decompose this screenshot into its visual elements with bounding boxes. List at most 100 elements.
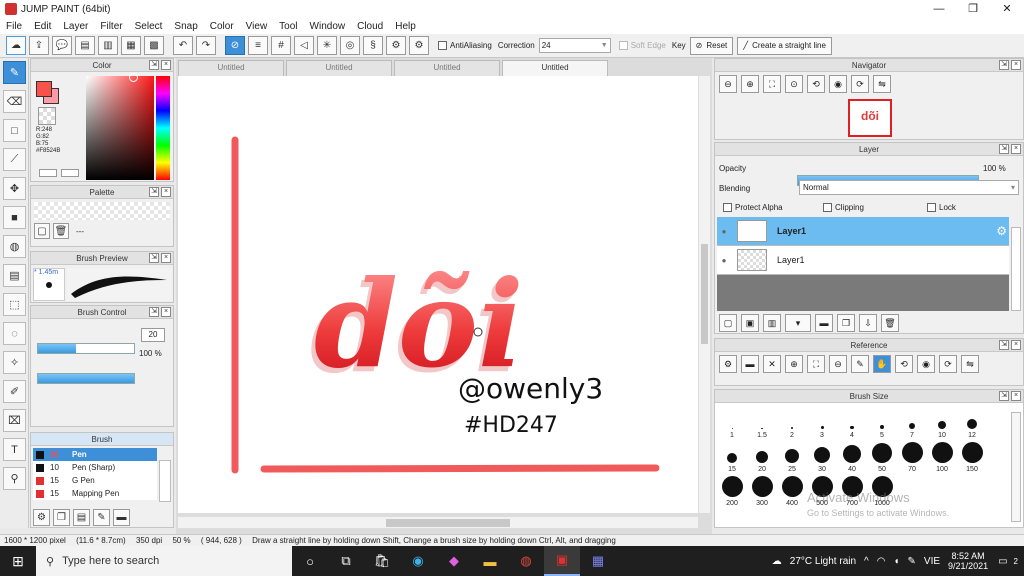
minimize-button[interactable]: — bbox=[922, 0, 956, 18]
brush-size-option[interactable]: 7 bbox=[897, 405, 927, 439]
brush-size-option[interactable]: 50 bbox=[867, 439, 897, 473]
panel-close-icon[interactable]: × bbox=[161, 187, 171, 197]
rotate-left-icon[interactable]: ⟲ bbox=[807, 75, 825, 93]
menu-view[interactable]: View bbox=[246, 21, 268, 32]
layer-row[interactable]: ● Layer1 bbox=[717, 246, 1009, 275]
brush-size-option[interactable]: 15 bbox=[717, 439, 747, 473]
snap-radial-icon[interactable]: ✳ bbox=[317, 36, 337, 55]
text-tool-icon[interactable]: T bbox=[3, 438, 26, 461]
brush-list-item[interactable]: 10 Pen (Sharp) bbox=[33, 461, 157, 474]
reference-reset-icon[interactable]: ◉ bbox=[917, 355, 935, 373]
brush-size-option[interactable]: 25 bbox=[777, 439, 807, 473]
paint-app-icon[interactable]: ◆ bbox=[436, 546, 472, 576]
brush-size-option[interactable]: 200 bbox=[717, 473, 747, 507]
new-layer-8bit-icon[interactable]: ▣ bbox=[741, 314, 759, 332]
doc-tab-4[interactable]: Untitled bbox=[502, 60, 608, 76]
panel-close-icon[interactable]: × bbox=[161, 307, 171, 317]
menu-select[interactable]: Select bbox=[135, 21, 163, 32]
menu-edit[interactable]: Edit bbox=[34, 21, 51, 32]
palette-swatches[interactable] bbox=[34, 202, 170, 220]
doc-tab-1[interactable]: Untitled bbox=[178, 60, 284, 76]
zoom-out-icon[interactable]: ⊖ bbox=[719, 75, 737, 93]
brush-size-slider[interactable] bbox=[37, 343, 135, 354]
task-view-icon[interactable]: ⧉ bbox=[328, 546, 364, 576]
panel-close-icon[interactable]: × bbox=[1011, 60, 1021, 70]
language-indicator[interactable]: VIE bbox=[924, 556, 940, 567]
select-eraser-tool-icon[interactable]: ⌧ bbox=[3, 409, 26, 432]
move-tool-icon[interactable]: ✥ bbox=[3, 177, 26, 200]
straight-line-button[interactable]: ╱ Create a straight line bbox=[737, 36, 832, 55]
file-explorer-icon[interactable]: ▬ bbox=[472, 546, 508, 576]
actual-size-icon[interactable]: ⊙ bbox=[785, 75, 803, 93]
brush-size-option[interactable]: 10 bbox=[927, 405, 957, 439]
menu-help[interactable]: Help bbox=[395, 21, 416, 32]
brush-copy-icon[interactable]: ❐ bbox=[53, 509, 70, 526]
pen-icon[interactable]: ✎ bbox=[908, 556, 916, 567]
snap-settings-icon[interactable]: ⚙ bbox=[409, 36, 429, 55]
color-mode-toggle[interactable] bbox=[39, 169, 57, 177]
weather-text[interactable]: 27°C Light rain bbox=[790, 556, 856, 567]
panel-float-icon[interactable]: ⇲ bbox=[999, 60, 1009, 70]
eraser-tool-icon[interactable]: ⌫ bbox=[3, 90, 26, 113]
magic-wand-tool-icon[interactable]: ✧ bbox=[3, 351, 26, 374]
panel-close-icon[interactable]: × bbox=[1011, 340, 1021, 350]
brush-new-icon[interactable]: ▤ bbox=[73, 509, 90, 526]
color-add-button[interactable] bbox=[61, 169, 79, 177]
close-button[interactable]: ✕ bbox=[990, 0, 1024, 18]
menu-color[interactable]: Color bbox=[210, 21, 234, 32]
brush-size-option[interactable]: 100 bbox=[927, 439, 957, 473]
smudge-tool-icon[interactable]: ⟋ bbox=[3, 148, 26, 171]
flip-icon[interactable]: ⇋ bbox=[873, 75, 891, 93]
hue-slider[interactable] bbox=[156, 76, 170, 180]
antialiasing-checkbox[interactable]: AntiAliasing bbox=[438, 41, 492, 50]
menu-layer[interactable]: Layer bbox=[63, 21, 88, 32]
grid-tool-icon[interactable]: ▩ bbox=[144, 36, 164, 55]
panel-close-icon[interactable]: × bbox=[1011, 391, 1021, 401]
panel-close-icon[interactable]: × bbox=[1011, 144, 1021, 154]
reference-open-icon[interactable]: ▬ bbox=[741, 355, 759, 373]
menu-filter[interactable]: Filter bbox=[100, 21, 122, 32]
color-picker-cursor[interactable] bbox=[129, 73, 138, 82]
new-palette-icon[interactable]: ▢ bbox=[34, 223, 50, 239]
brush-size-option[interactable]: 300 bbox=[747, 473, 777, 507]
maximize-button[interactable]: ❐ bbox=[956, 0, 990, 18]
brush-size-option[interactable]: 4 bbox=[837, 405, 867, 439]
lock-checkbox[interactable]: Lock bbox=[927, 203, 956, 212]
export-icon[interactable]: ▦ bbox=[121, 36, 141, 55]
chrome-icon[interactable]: ◍ bbox=[508, 546, 544, 576]
reset-button[interactable]: ⊘ Reset bbox=[689, 36, 734, 55]
reference-rotate-left-icon[interactable]: ⟲ bbox=[895, 355, 913, 373]
jump-paint-taskbar-icon[interactable]: ▣ bbox=[544, 546, 580, 576]
panel-float-icon[interactable]: ⇲ bbox=[999, 340, 1009, 350]
saturation-value-picker[interactable] bbox=[86, 76, 154, 180]
brush-size-option[interactable]: 1 bbox=[717, 405, 747, 439]
cloud-icon[interactable]: ☁ bbox=[6, 36, 26, 55]
edge-icon[interactable]: ◉ bbox=[400, 546, 436, 576]
notifications-icon[interactable]: ▭ bbox=[998, 556, 1007, 567]
snap-curve-icon[interactable]: § bbox=[363, 36, 383, 55]
panel-float-icon[interactable]: ⇲ bbox=[149, 253, 159, 263]
windows-start-icon[interactable]: ⊞ bbox=[0, 546, 36, 576]
brush-edit-icon[interactable]: ✎ bbox=[93, 509, 110, 526]
lasso-tool-icon[interactable]: ◌ bbox=[3, 322, 26, 345]
eyedropper-tool-icon[interactable]: ⚲ bbox=[3, 467, 26, 490]
menu-tool[interactable]: Tool bbox=[279, 21, 297, 32]
panel-close-icon[interactable]: × bbox=[161, 253, 171, 263]
new-folder-icon[interactable]: ▬ bbox=[815, 314, 833, 332]
doc-tab-2[interactable]: Untitled bbox=[286, 60, 392, 76]
navigator-thumbnail[interactable]: dõi bbox=[848, 99, 892, 137]
menu-file[interactable]: File bbox=[6, 21, 22, 32]
brush-list-item[interactable]: 20 Pen bbox=[33, 448, 157, 461]
brush-folder-icon[interactable]: ▬ bbox=[113, 509, 130, 526]
correction-select[interactable]: 24 ▼ bbox=[538, 38, 611, 53]
network-icon[interactable]: ◠ bbox=[877, 556, 886, 567]
brush-size-option[interactable]: 70 bbox=[897, 439, 927, 473]
snap-parallel-icon[interactable]: ≡ bbox=[248, 36, 268, 55]
panel-float-icon[interactable]: ⇲ bbox=[149, 60, 159, 70]
brush-settings-icon[interactable]: ⚙ bbox=[33, 509, 50, 526]
zoom-in-icon[interactable]: ⊕ bbox=[741, 75, 759, 93]
reference-zoom-out-icon[interactable]: ⊖ bbox=[829, 355, 847, 373]
menu-window[interactable]: Window bbox=[310, 21, 346, 32]
brush-size-scrollbar[interactable] bbox=[1011, 412, 1021, 522]
brush-size-option[interactable]: 20 bbox=[747, 439, 777, 473]
